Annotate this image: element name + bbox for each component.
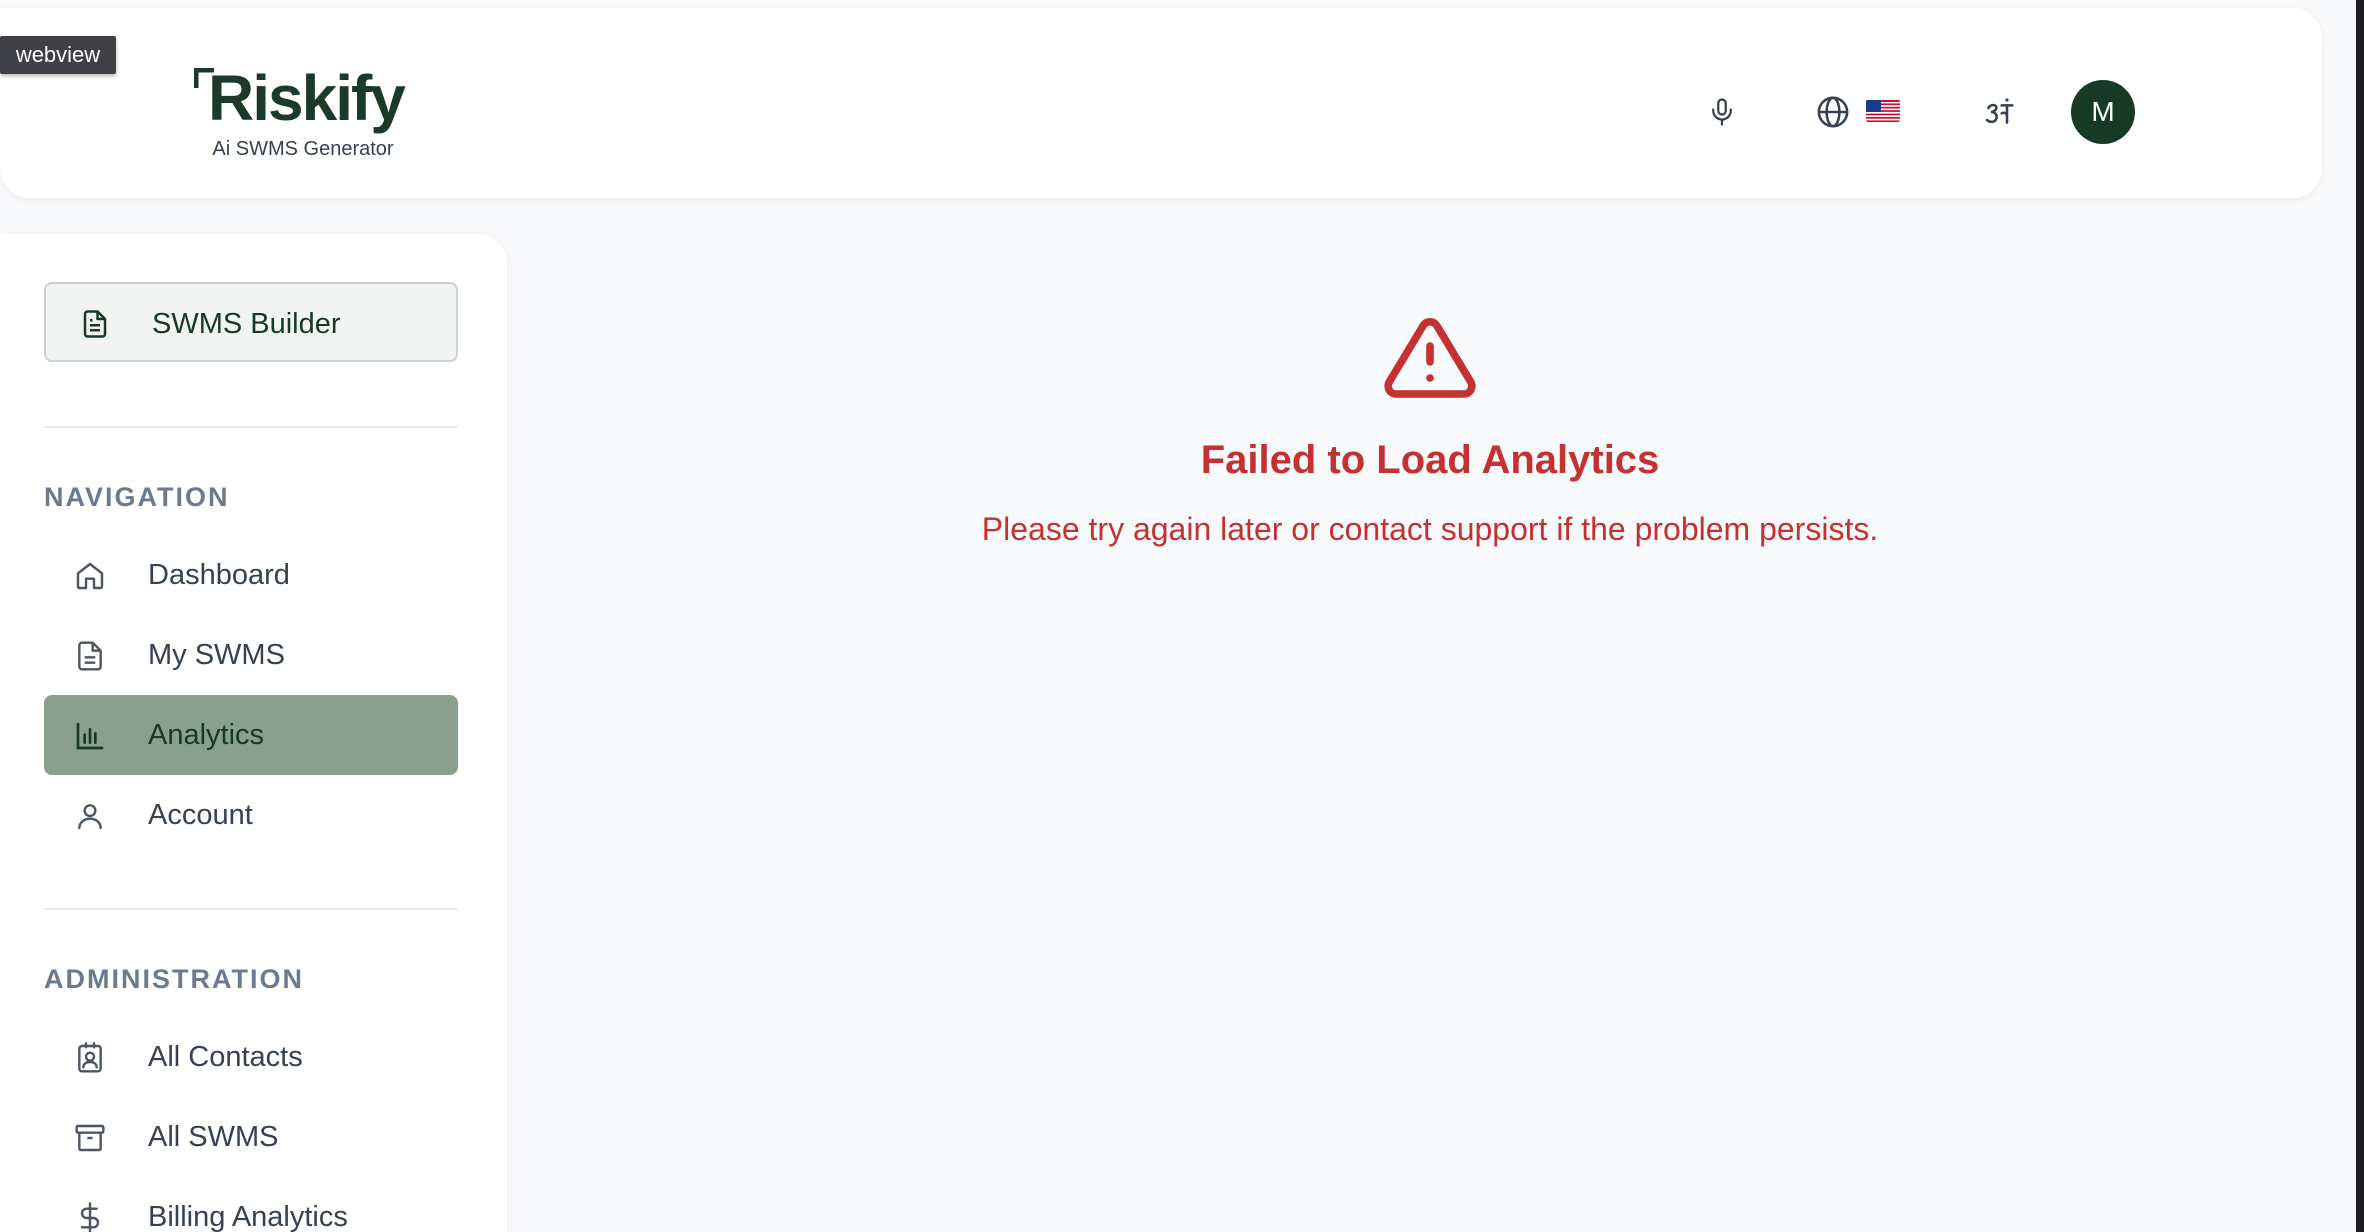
sidebar-item-account[interactable]: Account <box>44 775 458 855</box>
administration-section-title: ADMINISTRATION <box>44 964 304 994</box>
sidebar-item-dashboard[interactable]: Dashboard <box>44 535 458 615</box>
swms-builder-label: SWMS Builder <box>152 308 341 340</box>
window-edge <box>2356 0 2364 1232</box>
sidebar-item-label: Dashboard <box>148 559 290 591</box>
error-title: Failed to Load Analytics <box>1200 438 1660 482</box>
contact-card-icon <box>78 1042 102 1073</box>
user-icon <box>78 804 102 830</box>
user-avatar[interactable]: M <box>2071 80 2135 144</box>
sidebar-item-label: All Contacts <box>148 1041 303 1073</box>
warning-triangle-icon <box>1384 318 1476 398</box>
sidebar-item-all-swms[interactable]: All SWMS <box>44 1097 458 1177</box>
logo-text: Riskify <box>208 62 406 134</box>
document-icon <box>83 310 107 338</box>
navigation-section-title: NAVIGATION <box>44 482 230 512</box>
microphone-icon <box>1712 98 1732 126</box>
logo-tagline: Ai SWMS Generator <box>212 138 394 160</box>
sidebar-divider <box>44 426 458 428</box>
sidebar-item-label: Account <box>148 799 253 831</box>
bar-chart-icon <box>76 722 104 750</box>
sidebar-item-label: My SWMS <box>148 639 285 671</box>
sidebar: SWMS Builder NAVIGATION Dashboard My SWM… <box>0 234 507 1232</box>
swms-builder-button[interactable]: SWMS Builder <box>44 282 458 362</box>
error-message: Please try again later or contact suppor… <box>981 511 1879 547</box>
us-flag-icon[interactable] <box>1866 100 1900 122</box>
document-icon <box>78 641 102 671</box>
microphone-button[interactable] <box>1698 88 1746 136</box>
sidebar-item-label: Billing Analytics <box>148 1201 348 1232</box>
sidebar-item-label: Analytics <box>148 719 265 751</box>
dollar-icon <box>80 1202 100 1232</box>
accessibility-button[interactable] <box>1975 88 2023 136</box>
home-icon <box>76 562 104 590</box>
sidebar-item-all-contacts[interactable]: All Contacts <box>44 1017 458 1097</box>
sidebar-divider <box>44 908 458 910</box>
accessibility-icon <box>1985 98 2014 124</box>
sidebar-item-my-swms[interactable]: My SWMS <box>44 615 458 695</box>
app-logo[interactable]: Riskify Ai SWMS Generator <box>190 58 410 168</box>
language-button[interactable] <box>1809 88 1857 136</box>
globe-icon <box>1817 96 1849 128</box>
sidebar-item-label: All SWMS <box>148 1121 279 1153</box>
analytics-error-panel: Failed to Load Analytics Please try agai… <box>900 310 1960 548</box>
sidebar-item-billing-analytics[interactable]: Billing Analytics <box>44 1177 458 1232</box>
sidebar-item-analytics[interactable]: Analytics <box>44 695 458 775</box>
webview-tag: webview <box>0 36 116 74</box>
archive-icon <box>75 1124 105 1152</box>
top-header: Riskify Ai SWMS Generator M <box>0 8 2322 198</box>
